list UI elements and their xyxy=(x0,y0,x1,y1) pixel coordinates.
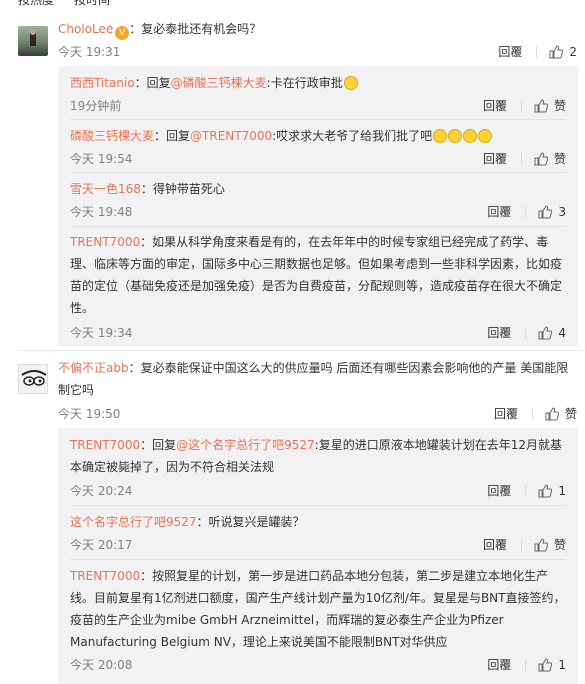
avatar-image xyxy=(21,370,47,386)
reply-meta: 今天 20:24 回覆 1 xyxy=(70,482,566,499)
comment-meta: 今天 19:50 回覆 赞 xyxy=(58,405,577,423)
reply-button[interactable]: 回覆 xyxy=(498,43,522,60)
reply-username[interactable]: TRENT7000 xyxy=(70,235,140,249)
comment-meta: 今天 19:31 回覆 2 xyxy=(58,43,577,61)
comment-username[interactable]: 不偏不正abb xyxy=(58,361,129,375)
thumbs-up-icon xyxy=(534,537,548,551)
emoji-icon xyxy=(433,129,448,143)
thumbs-up-icon xyxy=(538,483,553,497)
like-button[interactable]: 1 xyxy=(538,484,566,498)
reply-text: 这个名字总行了吧9527：听说复兴是罐装？ xyxy=(70,515,305,529)
reply-username[interactable]: 磷酸三钙棵大麦 xyxy=(70,129,154,143)
reply-text: 磷酸三钙棵大麦：回复@TRENT7000:哎求求大老爷了给我们批了吧 xyxy=(70,125,566,147)
reply-username[interactable]: 这个名字总行了吧9527 xyxy=(70,515,197,529)
emoji-icon xyxy=(343,76,358,90)
thumbs-up-icon xyxy=(538,657,553,671)
like-button[interactable]: 3 xyxy=(538,205,566,219)
reply-text: TRENT7000：回复@这个名字总行了吧9527:复星的进口原液本地罐装计划在… xyxy=(70,438,562,474)
like-button[interactable]: 赞 xyxy=(534,150,566,167)
comment-username[interactable]: CholoLee xyxy=(58,22,113,36)
mention-link[interactable]: @TRENT7000 xyxy=(190,129,272,143)
reply-text: TRENT7000：如果从科学角度来看是有的，在去年年中的时候专家组已经完成了药… xyxy=(70,235,563,315)
like-button[interactable]: 赞 xyxy=(534,536,566,553)
mention-link[interactable]: @这个名字总行了吧9527 xyxy=(176,438,315,452)
reply-button[interactable]: 回覆 xyxy=(483,150,507,167)
comment-text: 不偏不正abb：复必泰能保证中国这么大的供应量吗 后面还有哪些因素会影响他的产量… xyxy=(58,361,569,397)
reply-button[interactable]: 回覆 xyxy=(487,324,511,341)
reply-button[interactable]: 回覆 xyxy=(487,656,511,673)
reply-list: 西西Titanio：回复@磷酸三钙棵大麦:卡在行政审批 19分钟前 回覆 赞 磷… xyxy=(58,66,578,346)
emoji-icon xyxy=(448,129,463,143)
emoji-icon xyxy=(478,129,493,143)
reply-button[interactable]: 回覆 xyxy=(487,482,511,499)
like-button[interactable]: 赞 xyxy=(545,405,577,422)
sort-tabs: 按热度 按时间 xyxy=(0,0,585,9)
reply-username[interactable]: 雪天一色168 xyxy=(70,182,141,196)
comment-time: 今天 19:31 xyxy=(58,45,121,59)
like-count: 2 xyxy=(569,44,577,59)
reply-text: TRENT7000：按照复星的计划，第一步是进口药品本地分包装，第二步是建立本地… xyxy=(70,569,566,649)
comment-time: 今天 19:50 xyxy=(58,407,121,421)
reply-text: 西西Titanio：回复@磷酸三钙棵大麦:卡在行政审批 xyxy=(70,72,566,94)
reply-meta: 今天 19:54 回覆 赞 xyxy=(70,150,566,167)
like-button[interactable]: 赞 xyxy=(534,97,566,114)
reply-button[interactable]: 回覆 xyxy=(483,97,507,114)
reply-button[interactable]: 回覆 xyxy=(483,536,507,553)
comment-text: CholoLee V ：复必泰批还有机会吗？ xyxy=(58,22,262,40)
emoji-icon xyxy=(463,129,478,143)
reply-meta: 今天 19:48 回覆 3 xyxy=(70,203,566,220)
tab-hot[interactable]: 按热度 xyxy=(18,0,54,8)
like-button[interactable]: 4 xyxy=(538,326,566,340)
thumbs-up-icon xyxy=(538,325,553,339)
comment-divider xyxy=(18,350,585,351)
reply-username[interactable]: 西西Titanio xyxy=(70,76,135,90)
avatar-image xyxy=(30,29,36,46)
thumbs-up-icon xyxy=(545,406,559,420)
thumbs-up-icon xyxy=(549,44,564,58)
reply-meta: 今天 20:17 回覆 赞 xyxy=(70,536,566,553)
reply-text: 雪天一色168：得钟带苗死心 xyxy=(70,182,225,196)
avatar[interactable] xyxy=(18,26,48,56)
reply-username[interactable]: TRENT7000 xyxy=(70,569,140,583)
avatar[interactable] xyxy=(18,364,48,394)
tab-time[interactable]: 按时间 xyxy=(74,0,110,8)
mention-link[interactable]: @磷酸三钙棵大麦 xyxy=(171,76,267,90)
reply-username[interactable]: TRENT7000 xyxy=(70,438,140,452)
thumbs-up-icon xyxy=(534,98,548,112)
thumbs-up-icon xyxy=(538,204,553,218)
reply-meta: 今天 19:34 回覆 4 xyxy=(70,324,566,341)
vip-badge-icon: V xyxy=(115,26,130,40)
reply-meta: 今天 20:08 回覆 1 xyxy=(70,656,566,673)
like-button[interactable]: 2 xyxy=(549,45,577,59)
reply-meta: 19分钟前 回覆 赞 xyxy=(70,97,566,114)
like-button[interactable]: 1 xyxy=(538,658,566,672)
thumbs-up-icon xyxy=(534,151,548,165)
reply-list: TRENT7000：回复@这个名字总行了吧9527:复星的进口原液本地罐装计划在… xyxy=(58,428,578,684)
reply-button[interactable]: 回覆 xyxy=(494,405,518,422)
reply-button[interactable]: 回覆 xyxy=(487,203,511,220)
